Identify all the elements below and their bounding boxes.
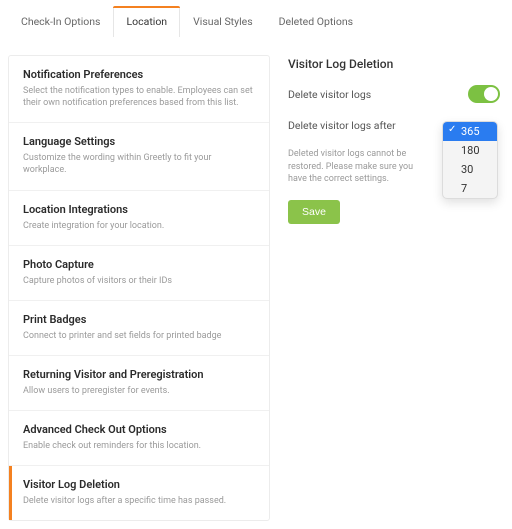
sidebar-item-desc: Enable check out reminders for this loca… xyxy=(23,440,255,452)
detail-panel: Visitor Log Deletion Delete visitor logs… xyxy=(284,55,504,521)
tab-checkin-options[interactable]: Check-In Options xyxy=(8,6,113,37)
sidebar-item-desc: Delete visitor logs after a specific tim… xyxy=(23,495,255,507)
tab-location[interactable]: Location xyxy=(113,6,180,37)
sidebar-item-title: Advanced Check Out Options xyxy=(23,423,255,436)
panel-title: Visitor Log Deletion xyxy=(288,57,500,71)
delete-logs-row: Delete visitor logs xyxy=(288,85,500,103)
sidebar-item-title: Print Badges xyxy=(23,313,255,326)
save-button[interactable]: Save xyxy=(288,200,340,224)
sidebar-item-visitor-log-deletion[interactable]: Visitor Log Deletion Delete visitor logs… xyxy=(9,466,269,520)
sidebar-item-title: Returning Visitor and Preregistration xyxy=(23,368,255,381)
delete-after-dropdown[interactable]: 365 180 30 7 xyxy=(442,121,498,199)
sidebar-item-print-badges[interactable]: Print Badges Connect to printer and set … xyxy=(9,301,269,356)
sidebar-item-title: Language Settings xyxy=(23,135,255,148)
sidebar-item-desc: Capture photos of visitors or their IDs xyxy=(23,275,255,287)
dropdown-option-30[interactable]: 30 xyxy=(443,160,497,179)
sidebar-item-desc: Create integration for your location. xyxy=(23,220,255,232)
tab-visual-styles[interactable]: Visual Styles xyxy=(180,6,266,37)
sidebar-item-returning-visitor[interactable]: Returning Visitor and Preregistration Al… xyxy=(9,356,269,411)
tab-deleted-options[interactable]: Deleted Options xyxy=(266,6,366,37)
delete-after-label: Delete visitor logs after xyxy=(288,119,396,132)
sidebar-item-desc: Allow users to preregister for events. xyxy=(23,385,255,397)
sidebar-item-photo-capture[interactable]: Photo Capture Capture photos of visitors… xyxy=(9,246,269,301)
sidebar-item-language-settings[interactable]: Language Settings Customize the wording … xyxy=(9,123,269,190)
tabs-bar: Check-In Options Location Visual Styles … xyxy=(0,0,512,37)
settings-sidebar: Notification Preferences Select the noti… xyxy=(8,55,270,521)
delete-logs-toggle[interactable] xyxy=(468,85,500,103)
sidebar-item-title: Location Integrations xyxy=(23,203,255,216)
sidebar-item-desc: Select the notification types to enable.… xyxy=(23,85,255,109)
delete-logs-label: Delete visitor logs xyxy=(288,88,371,101)
sidebar-item-notification-preferences[interactable]: Notification Preferences Select the noti… xyxy=(9,56,269,123)
toggle-knob xyxy=(484,87,498,101)
sidebar-item-location-integrations[interactable]: Location Integrations Create integration… xyxy=(9,191,269,246)
sidebar-item-desc: Customize the wording within Greetly to … xyxy=(23,152,255,176)
sidebar-item-title: Photo Capture xyxy=(23,258,255,271)
dropdown-option-365[interactable]: 365 xyxy=(443,122,497,141)
sidebar-item-advanced-checkout[interactable]: Advanced Check Out Options Enable check … xyxy=(9,411,269,466)
sidebar-item-desc: Connect to printer and set fields for pr… xyxy=(23,330,255,342)
content-area: Notification Preferences Select the noti… xyxy=(0,37,512,529)
dropdown-option-7[interactable]: 7 xyxy=(443,179,497,198)
sidebar-item-title: Notification Preferences xyxy=(23,68,255,81)
sidebar-item-title: Visitor Log Deletion xyxy=(23,478,255,491)
dropdown-option-180[interactable]: 180 xyxy=(443,141,497,160)
